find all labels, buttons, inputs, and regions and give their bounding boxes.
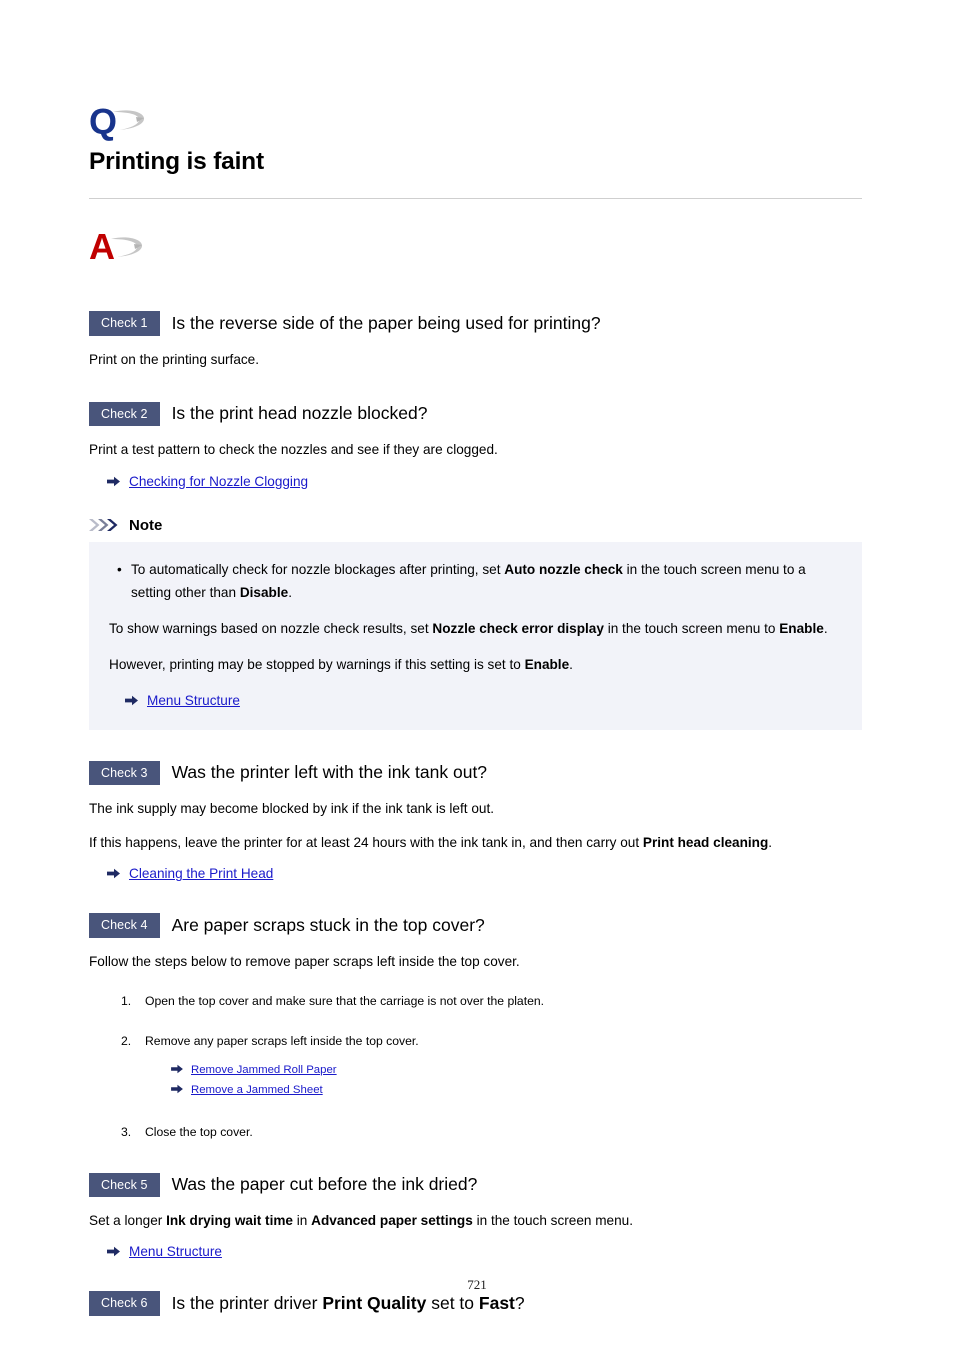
- check-3-question: Was the printer left with the ink tank o…: [171, 762, 488, 783]
- page-title: Printing is faint: [89, 148, 264, 175]
- link-label[interactable]: Menu Structure: [147, 691, 240, 710]
- bullet-icon: •: [117, 561, 122, 577]
- step-text: Close the top cover.: [145, 1124, 253, 1139]
- check-4-heading: Check 4 Are paper scraps stuck in the to…: [89, 913, 862, 938]
- link-remove-jammed-roll-paper[interactable]: Remove Jammed Roll Paper: [171, 1060, 862, 1079]
- arrow-right-icon: [107, 474, 120, 486]
- note-heading: Note: [89, 517, 862, 534]
- note-bullet-item: • To automatically check for nozzle bloc…: [117, 558, 842, 606]
- check-5-heading: Check 5 Was the paper cut before the ink…: [89, 1172, 862, 1198]
- page-number: 721: [467, 1277, 487, 1292]
- check-1-heading: Check 1 Is the reverse side of the paper…: [89, 311, 862, 336]
- list-item: 1. Open the top cover and make sure that…: [121, 992, 862, 1010]
- page-content: Q Printing is faint A Check 1 Is the rev…: [89, 103, 862, 1316]
- check-2-badge: Check 2: [89, 401, 160, 427]
- check-3-body: The ink supply may become blocked by ink…: [89, 801, 494, 817]
- step-text: Remove any paper scraps left inside the …: [145, 1034, 419, 1049]
- link-menu-structure-note[interactable]: Menu Structure: [125, 691, 842, 710]
- check-3-body-2: If this happens, leave the printer for a…: [89, 835, 773, 851]
- check-5-badge: Check 5: [89, 1172, 160, 1198]
- check-3-badge: Check 3: [89, 760, 160, 786]
- check-5-body: Set a longer Ink drying wait time in Adv…: [89, 1213, 634, 1229]
- link-cleaning-the-print-head[interactable]: Cleaning the Print Head: [107, 864, 862, 883]
- svg-text:A: A: [89, 226, 115, 265]
- check-6-badge: Check 6: [89, 1291, 160, 1316]
- note-box: • To automatically check for nozzle bloc…: [89, 541, 862, 730]
- check-1-badge: Check 1: [89, 311, 160, 336]
- check-1-body: Print on the printing surface.: [89, 351, 260, 367]
- check-6-question: Is the printer driver Print Quality set …: [171, 1292, 525, 1313]
- step-text: Open the top cover and make sure that th…: [145, 993, 545, 1008]
- note-bullet-text: To automatically check for nozzle blocka…: [131, 561, 806, 601]
- svg-text:Q: Q: [89, 103, 117, 141]
- link-label[interactable]: Remove a Jammed Sheet: [191, 1082, 323, 1099]
- note-paragraph-2: To show warnings based on nozzle check r…: [109, 621, 828, 637]
- check-4-body: Follow the steps below to remove paper s…: [89, 953, 520, 969]
- check-5-question: Was the paper cut before the ink dried?: [171, 1174, 478, 1195]
- step-number: 1.: [121, 993, 132, 1008]
- check-4-badge: Check 4: [89, 913, 160, 938]
- note-list: • To automatically check for nozzle bloc…: [109, 558, 842, 606]
- check-3-heading: Check 3 Was the printer left with the in…: [89, 760, 862, 786]
- check-4-question: Are paper scraps stuck in the top cover?: [171, 914, 485, 935]
- document-page: Q Printing is faint A Check 1 Is the rev…: [0, 0, 954, 1350]
- link-label[interactable]: Checking for Nozzle Clogging: [129, 472, 308, 491]
- answer-emblem-icon: A: [89, 225, 151, 265]
- link-remove-a-jammed-sheet[interactable]: Remove a Jammed Sheet: [171, 1080, 862, 1099]
- arrow-right-icon: [171, 1081, 183, 1094]
- check-6-heading: Check 6 Is the printer driver Print Qual…: [89, 1291, 862, 1316]
- link-label[interactable]: Cleaning the Print Head: [129, 864, 273, 883]
- link-label[interactable]: Remove Jammed Roll Paper: [191, 1062, 337, 1079]
- arrow-right-icon: [125, 693, 138, 705]
- check-4-steps: 1. Open the top cover and make sure that…: [89, 992, 862, 1141]
- check-2-question: Is the print head nozzle blocked?: [171, 403, 428, 424]
- question-emblem-icon: Q: [89, 103, 151, 141]
- arrow-right-icon: [107, 1244, 120, 1257]
- check-1-question: Is the reverse side of the paper being u…: [171, 312, 601, 333]
- check-2-heading: Check 2 Is the print head nozzle blocked…: [89, 401, 862, 427]
- list-item: 3. Close the top cover.: [121, 1123, 862, 1141]
- arrow-right-icon: [107, 866, 120, 879]
- triple-chevron-icon: [89, 518, 123, 532]
- link-checking-for-nozzle-clogging[interactable]: Checking for Nozzle Clogging: [107, 472, 862, 491]
- title-divider: [89, 198, 862, 200]
- step-number: 2.: [121, 1034, 132, 1049]
- list-item: 2. Remove any paper scraps left inside t…: [121, 1032, 862, 1099]
- link-menu-structure-check5[interactable]: Menu Structure: [107, 1242, 862, 1261]
- check-2-body: Print a test pattern to check the nozzle…: [89, 442, 498, 458]
- note-title: Note: [129, 516, 163, 534]
- arrow-right-icon: [171, 1061, 183, 1073]
- note-paragraph-3: However, printing may be stopped by warn…: [109, 656, 573, 672]
- step-number: 3.: [121, 1124, 132, 1139]
- link-label[interactable]: Menu Structure: [129, 1242, 222, 1261]
- step-sublinks: Remove Jammed Roll Paper Remove a Jammed…: [171, 1060, 862, 1099]
